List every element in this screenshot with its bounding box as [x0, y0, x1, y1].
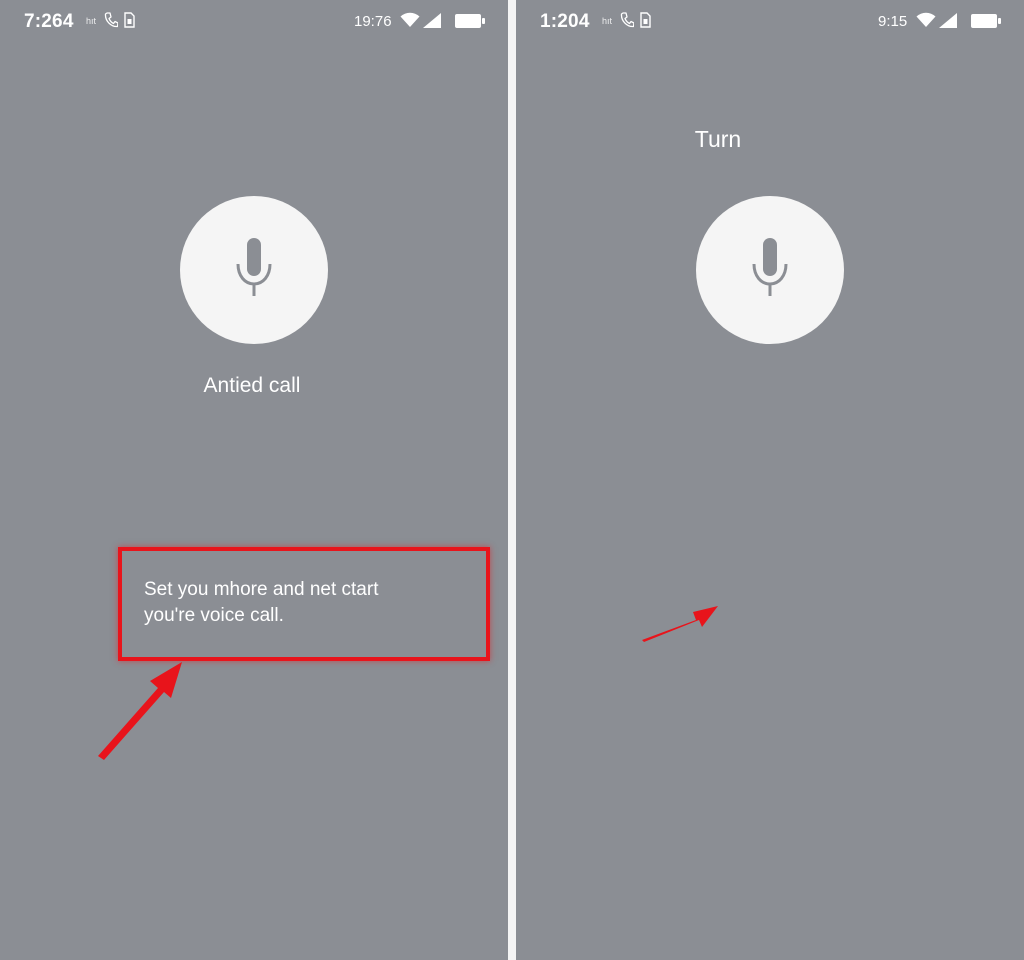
arrow-icon [98, 662, 182, 760]
phone-screen-left: 7:264 hıt 19:76 Antied call Set you mhor… [0, 0, 508, 960]
arrow-icon [642, 606, 718, 642]
screen-divider [508, 0, 516, 960]
phone-screen-right: 1:204 hıt 9:15 Turn [516, 0, 1024, 960]
